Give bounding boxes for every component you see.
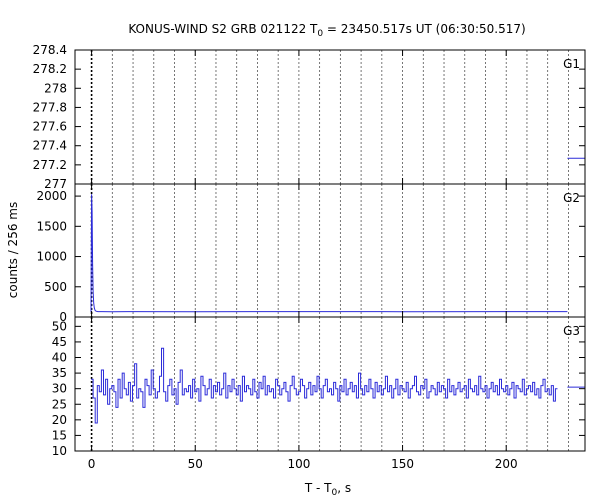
- panel-g3: 1015202530354045500 50 100 150 200G3: [52, 316, 586, 471]
- panel-frame: [74, 49, 586, 185]
- panel-label: G2: [563, 191, 580, 205]
- y-tick-label: 278.4: [33, 43, 67, 57]
- y-tick-label: 50: [52, 319, 67, 333]
- y-tick-label: 2000: [36, 189, 67, 203]
- x-tick-label: 100: [287, 457, 310, 471]
- x-axis-label: T - T0, s: [304, 481, 351, 498]
- y-tick-label: 20: [52, 413, 67, 427]
- panel-g2: 0500100015002000 G2: [36, 183, 586, 324]
- y-tick-label: 25: [52, 397, 67, 411]
- chart-title: KONUS-WIND S2 GRB 021122 T0 = 23450.517s…: [128, 22, 525, 39]
- y-tick-label: 15: [52, 428, 67, 442]
- x-tick-label: 0: [88, 457, 96, 471]
- data-series-g3: [91, 347, 558, 424]
- panel-g1: 277277.2277.4277.6277.8278278.2278.4G1: [33, 43, 586, 191]
- panels-group: 277277.2277.4277.6277.8278278.2278.4G105…: [33, 43, 586, 471]
- panel-label: G1: [563, 57, 580, 71]
- y-tick-label: 40: [52, 351, 67, 365]
- x-tick-label: 150: [391, 457, 414, 471]
- y-tick-label: 277.6: [33, 120, 67, 134]
- panel-label: G3: [563, 324, 580, 338]
- chart-figure: KONUS-WIND S2 GRB 021122 T0 = 23450.517s…: [0, 0, 600, 500]
- chart-svg: KONUS-WIND S2 GRB 021122 T0 = 23450.517s…: [6, 22, 586, 498]
- y-tick-label: 278.2: [33, 62, 67, 76]
- y-axis-label: counts / 256 ms: [6, 202, 20, 298]
- panel-frame: [74, 183, 586, 318]
- y-tick-label: 35: [52, 366, 67, 380]
- y-tick-label: 1000: [36, 250, 67, 264]
- y-tick-label: 30: [52, 382, 67, 396]
- x-tick-label: 200: [495, 457, 518, 471]
- y-tick-label: 277.2: [33, 158, 67, 172]
- y-tick-label: 500: [44, 280, 67, 294]
- y-tick-label: 277.4: [33, 139, 67, 153]
- y-tick-label: 278: [44, 81, 67, 95]
- y-tick-label: 10: [52, 444, 67, 458]
- x-tick-label: 50: [188, 457, 203, 471]
- data-series-g2: [90, 194, 568, 313]
- y-tick-label: 45: [52, 335, 67, 349]
- y-tick-label: 277.8: [33, 100, 67, 114]
- y-tick-label: 1500: [36, 219, 67, 233]
